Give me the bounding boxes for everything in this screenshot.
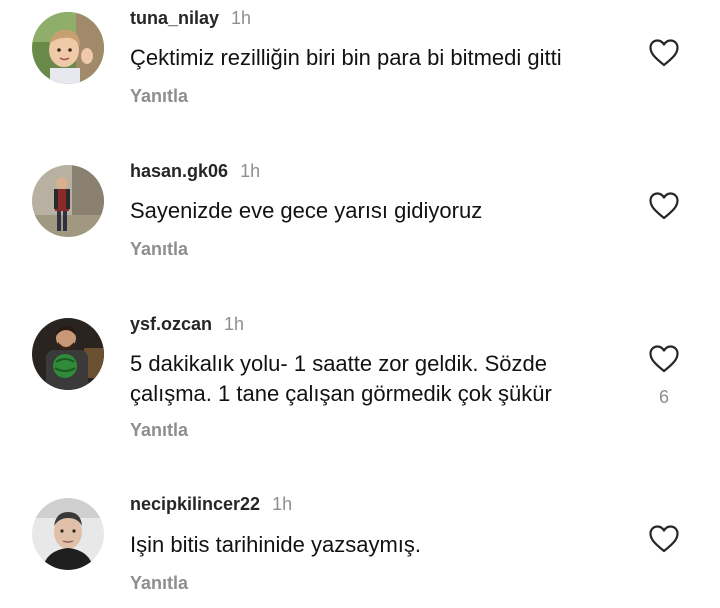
- heart-outline-icon[interactable]: [648, 38, 680, 68]
- comment-text: Işin bitis tarihinide yazsaymış.: [130, 532, 421, 557]
- reply-button[interactable]: Yanıtla: [130, 573, 188, 594]
- heart-outline-icon[interactable]: [648, 524, 680, 554]
- avatar[interactable]: [32, 498, 104, 570]
- avatar[interactable]: [32, 318, 104, 390]
- username[interactable]: ysf.ozcan: [130, 314, 212, 335]
- comment-text: Çektimiz rezilliğin biri bin para bi bit…: [130, 45, 562, 70]
- reply-button[interactable]: Yanıtla: [130, 420, 188, 441]
- username[interactable]: hasan.gk06: [130, 161, 228, 182]
- man-standing-avatar-image: [32, 165, 104, 237]
- comment-text: 5 dakikalık yolu- 1 saatte zor geldik. S…: [130, 351, 552, 406]
- reply-button[interactable]: Yanıtla: [130, 239, 188, 260]
- heart-outline-icon[interactable]: [648, 191, 680, 221]
- heart-outline-icon[interactable]: [648, 344, 680, 374]
- child-photo-avatar-image: [32, 12, 104, 84]
- timestamp: 1h: [272, 494, 293, 514]
- username[interactable]: tuna_nilay: [130, 8, 219, 29]
- avatar[interactable]: [32, 165, 104, 237]
- timestamp: 1h: [240, 161, 261, 181]
- comment-text: Sayenizde eve gece yarısı gidiyoruz: [130, 198, 483, 223]
- username[interactable]: necipkilincer22: [130, 494, 260, 515]
- man-selfie-avatar-image: [32, 498, 104, 570]
- man-with-watermelon-avatar-image: [32, 318, 104, 390]
- like-count: 6: [658, 387, 669, 407]
- avatar[interactable]: [32, 12, 104, 84]
- timestamp: 1h: [224, 314, 245, 334]
- reply-button[interactable]: Yanıtla: [130, 86, 188, 107]
- timestamp: 1h: [231, 8, 252, 28]
